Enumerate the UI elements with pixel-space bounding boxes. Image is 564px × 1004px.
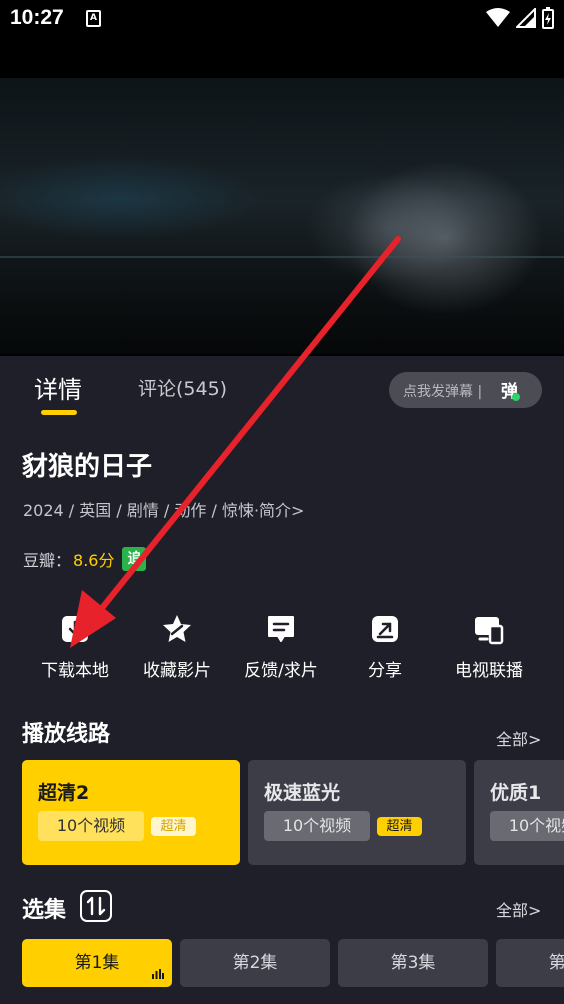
route-card[interactable]: 极速蓝光 10个视频 超清 [248, 760, 466, 865]
route-name: 优质1 [490, 782, 542, 804]
episode-item[interactable]: 第3集 [338, 939, 488, 987]
episode-list: 第1集 第2集 第3集 第4集 [22, 939, 564, 987]
tv-cast-button[interactable]: 电视联播 [434, 612, 544, 681]
rating-label: 豆瓣： [23, 551, 72, 570]
episodes-section-title: 选集 [22, 898, 67, 923]
battery-icon [542, 7, 554, 29]
routes-section-title: 播放线路 [22, 722, 111, 747]
follow-badge[interactable]: 追 [122, 547, 147, 571]
share-button[interactable]: 分享 [330, 612, 440, 681]
episode-item[interactable]: 第4集 [496, 939, 564, 987]
playing-indicator-icon [152, 969, 164, 979]
status-icons [486, 7, 554, 29]
episode-label: 第4集 [548, 953, 564, 973]
route-quality-badge: 超清 [151, 817, 196, 836]
share-icon [372, 616, 398, 642]
tab-details[interactable]: 详情 [34, 370, 82, 405]
route-quality-badge: 超清 [377, 817, 422, 836]
star-icon [163, 615, 191, 642]
video-frame [0, 78, 564, 354]
sort-icon [86, 896, 106, 916]
route-count: 10个视频 [490, 811, 564, 841]
feedback-label: 反馈/求片 [244, 661, 318, 681]
route-card-active[interactable]: 超清2 10个视频 超清 [22, 760, 240, 865]
route-count: 10个视频 [38, 811, 144, 841]
episode-item[interactable]: 第2集 [180, 939, 330, 987]
wifi-icon [486, 8, 510, 27]
action-row: 下载本地 收藏影片 反馈/求片 分享 电视联播 [0, 612, 564, 684]
favorite-label: 收藏影片 [143, 661, 211, 681]
sort-toggle-button[interactable] [80, 890, 112, 922]
episode-item-active[interactable]: 第1集 [22, 939, 172, 987]
video-player[interactable] [0, 38, 564, 356]
download-label: 下载本地 [41, 661, 109, 681]
tab-indicator [41, 410, 77, 415]
favorite-button[interactable]: 收藏影片 [122, 612, 232, 681]
route-name: 超清2 [38, 782, 90, 804]
movie-meta-link[interactable]: 2024 / 英国 / 剧情 / 动作 / 惊悚·简介> [23, 497, 304, 521]
routes-more-link[interactable]: 全部> [496, 726, 541, 750]
route-card[interactable]: 优质1 10个视频 超清 [474, 760, 564, 865]
tv-cast-icon [475, 617, 504, 645]
route-count: 10个视频 [264, 811, 370, 841]
episodes-more-link[interactable]: 全部> [496, 897, 541, 921]
danmaku-status-dot [512, 393, 520, 401]
tv-cast-label: 电视联播 [455, 661, 523, 681]
movie-title: 豺狼的日子 [22, 452, 153, 482]
rating-value: 8.6分 [73, 551, 115, 570]
danmaku-placeholder: 点我发弹幕 | [403, 384, 483, 400]
download-button[interactable]: 下载本地 [20, 612, 130, 681]
route-name: 极速蓝光 [264, 782, 341, 804]
download-icon [62, 616, 88, 642]
video-frame-detail [0, 256, 564, 258]
route-list: 超清2 10个视频 超清 极速蓝光 10个视频 超清 优质1 10个视频 超清 [22, 760, 564, 865]
feedback-icon [268, 616, 294, 642]
tab-comments[interactable]: 评论(545) [138, 374, 227, 401]
episode-label: 第2集 [232, 953, 278, 973]
episode-label: 第1集 [74, 953, 120, 973]
notification-icon: A [86, 10, 101, 27]
danmaku-input[interactable]: 点我发弹幕 | 弹 [389, 372, 542, 408]
signal-icon [516, 8, 536, 28]
status-bar: 10:27 A [0, 0, 564, 38]
share-label: 分享 [368, 661, 402, 681]
movie-rating: 豆瓣： 8.6分 追 [23, 547, 147, 571]
episode-label: 第3集 [390, 953, 436, 973]
status-time: 10:27 [10, 6, 64, 29]
feedback-button[interactable]: 反馈/求片 [226, 612, 336, 681]
